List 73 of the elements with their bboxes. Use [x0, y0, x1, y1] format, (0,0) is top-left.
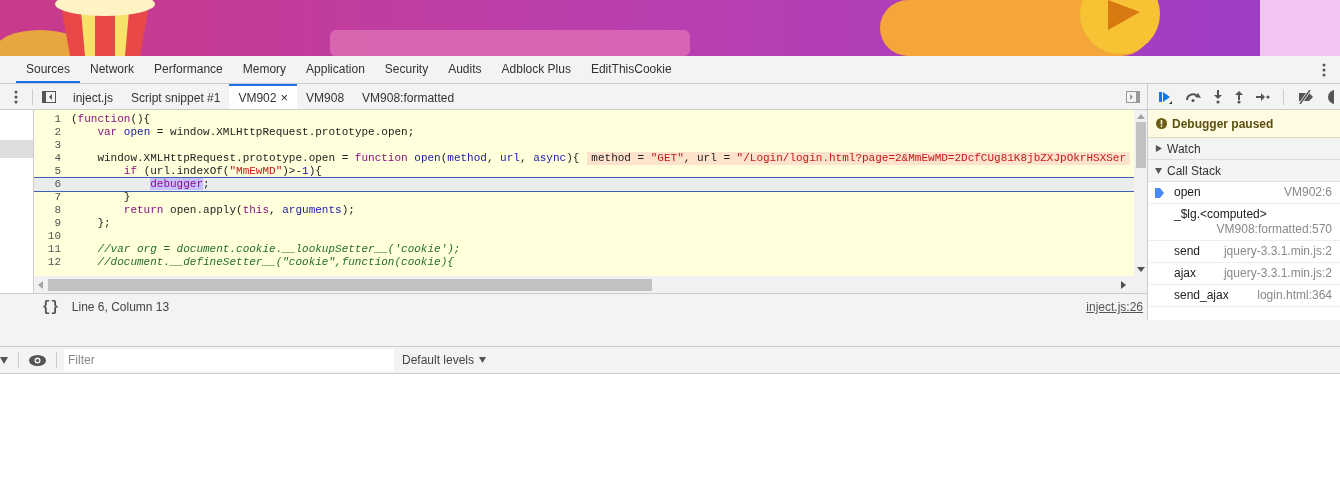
- line-number: 3: [53, 139, 61, 152]
- panel-tab[interactable]: Network: [80, 56, 145, 83]
- dropdown-caret-icon: [479, 357, 487, 363]
- call-frame[interactable]: send jquery-3.3.1.min.js:2: [1148, 241, 1340, 263]
- close-button[interactable]: ×: [280, 87, 289, 108]
- panel-tab[interactable]: Performance: [144, 56, 233, 83]
- scrollbar[interactable]: [34, 276, 1147, 293]
- paused-message: Debugger paused: [1172, 115, 1274, 133]
- cursor-position: Line 6, Column 13: [71, 299, 170, 316]
- code-line: if (url.indexOf("MmEwMD")>-1){: [122, 165, 322, 178]
- line-number: 11: [46, 243, 61, 256]
- scrollbar[interactable]: [1134, 110, 1147, 276]
- sidebar-toggle-icon[interactable]: [42, 90, 56, 103]
- line-number: 10: [46, 230, 61, 243]
- filter-field[interactable]: Filter: [64, 349, 394, 371]
- dropdown-caret-icon[interactable]: [0, 356, 8, 364]
- file-tab[interactable]: VM902 ×: [229, 84, 298, 109]
- line-number: 7: [53, 191, 61, 204]
- call-frame[interactable]: open VM902:6: [1148, 182, 1340, 204]
- levels-dropdown[interactable]: Default levels: [402, 351, 487, 369]
- deactivate-breakpoints-icon[interactable]: [1297, 89, 1315, 104]
- step-into-icon[interactable]: [1214, 89, 1222, 104]
- code-line: }: [122, 191, 131, 204]
- scroll-right-icon[interactable]: [1121, 280, 1126, 289]
- triangle-icon[interactable]: [1155, 167, 1162, 174]
- code-line: var open = window.XMLHttpRequest.prototype.open;: [96, 126, 415, 139]
- panel-tab[interactable]: EditThisCookie: [580, 56, 682, 83]
- file-tab[interactable]: Script snippet #1: [122, 84, 230, 109]
- more-icon[interactable]: [14, 89, 18, 104]
- info-icon: [1156, 118, 1167, 129]
- code-line: //var org = document.cookie.__lookupSetter__('cookie');: [96, 243, 461, 256]
- file-tab[interactable]: VM908: [297, 84, 354, 109]
- file-tab[interactable]: VM908:formatted: [353, 84, 464, 109]
- pause-exceptions-icon[interactable]: [1328, 89, 1334, 104]
- line-number: 5: [53, 165, 61, 178]
- line-number: 1: [53, 113, 61, 126]
- step-over-icon[interactable]: [1185, 91, 1201, 102]
- inline-value: method = "GET", url = "/Login/login.html?page=2&MmEwMD=2DcfCUg81K8jbZXJpOkrHSXSer: [587, 152, 1131, 165]
- call-frame[interactable]: _$lg.<computed> VM908:formatted:570: [1148, 204, 1340, 241]
- scrollbar-thumb[interactable]: [1135, 122, 1146, 168]
- step-out-icon[interactable]: [1235, 89, 1243, 104]
- panel-tab[interactable]: Adblock Plus: [491, 56, 581, 83]
- scrollbar-thumb[interactable]: [48, 278, 652, 291]
- panel-tab[interactable]: Audits: [438, 56, 492, 83]
- line-number: 8: [53, 204, 61, 217]
- panel-tab[interactable]: Application: [296, 56, 375, 83]
- line-number: 6: [53, 178, 61, 191]
- step-icon[interactable]: [1256, 92, 1270, 101]
- call-frame[interactable]: send_ajax login.html:364: [1148, 285, 1340, 307]
- panel-tab[interactable]: Security: [374, 56, 439, 83]
- section-header[interactable]: Watch: [1148, 138, 1340, 160]
- line-number: 12: [46, 256, 61, 269]
- format-icon[interactable]: {}: [42, 296, 59, 318]
- sidebar-toggle-icon[interactable]: [1126, 90, 1140, 103]
- code-line: window.XMLHttpRequest.prototype.open = function open(method, url, async){: [96, 152, 580, 165]
- line-number: 2: [53, 126, 61, 139]
- line-number: 4: [53, 152, 61, 165]
- scroll-down-icon[interactable]: [1136, 267, 1145, 272]
- more-icon[interactable]: [1322, 62, 1326, 77]
- section-header[interactable]: Call Stack: [1148, 160, 1340, 182]
- code-line: };: [96, 217, 111, 230]
- line-number: 9: [53, 217, 61, 230]
- code-line: debugger;: [149, 178, 210, 191]
- code-line: //document.__defineSetter__("cookie",function(cookie){: [96, 256, 454, 269]
- file-tab[interactable]: inject.js: [64, 84, 122, 109]
- call-frame[interactable]: ajax jquery-3.3.1.min.js:2: [1148, 263, 1340, 285]
- eye-icon[interactable]: [29, 354, 46, 366]
- source-link[interactable]: inject.js:26: [1086, 298, 1143, 316]
- triangle-icon[interactable]: [1155, 145, 1162, 152]
- code-line: (function(){: [71, 113, 151, 126]
- resume-icon[interactable]: [1158, 89, 1172, 104]
- panel-tab[interactable]: Memory: [232, 56, 297, 83]
- code-line: return open.apply(this, arguments);: [122, 204, 355, 217]
